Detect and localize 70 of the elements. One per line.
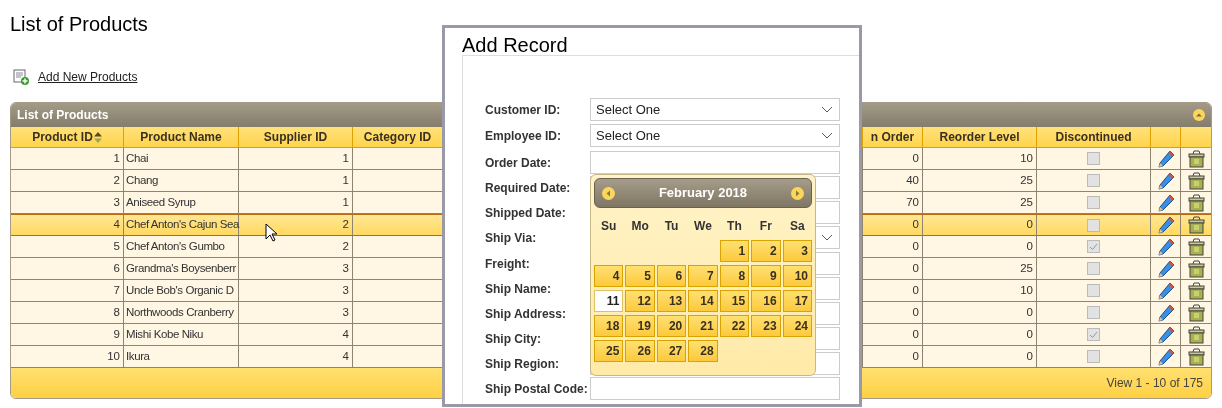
table-cell: Chai [124,148,239,169]
field-label: Employee ID: [485,128,563,145]
table-cell: 25 [923,192,1037,213]
weekday-label: Tu [663,218,680,235]
field-label: Ship Address: [485,306,567,323]
table-cell: 0 [923,324,1037,345]
table-cell: Chef Anton's Cajun Sea [124,215,239,235]
table-cell: Uncle Bob's Organic D [124,280,239,301]
table-cell: 3 [239,258,353,279]
table-cell: 4 [239,346,353,367]
table-cell: 0 [923,302,1037,323]
table-cell: 0 [863,302,923,323]
table-cell: Grandma's Boysenberr [124,258,239,279]
table-cell: 2 [11,170,124,191]
weekday-label: Fr [758,218,773,235]
table-cell: 6 [11,258,124,279]
field-label: Freight: [485,256,531,273]
table-cell: 0 [923,215,1037,235]
table-cell: 8 [11,302,124,323]
table-cell: Mishi Kobe Niku [124,324,239,345]
field-label: Order Date: [485,155,553,172]
table-cell: 9 [11,324,124,345]
field-label: Ship Name: [485,281,552,298]
table-cell: 0 [863,280,923,301]
table-cell: 0 [923,236,1037,257]
pager-info: View 1 - 10 of 175 [1106,375,1203,392]
field-label: Required Date: [485,180,572,197]
month-title: February 2018 [658,184,748,203]
table-cell: 1 [11,148,124,169]
table-cell: 25 [923,258,1037,279]
table-cell: 0 [923,346,1037,367]
weekday-label: We [693,218,713,235]
table-cell: 70 [863,192,923,213]
table-cell: 1 [239,192,353,213]
weekday-label: Sa [788,218,806,235]
weekday-label: Mo [630,218,650,235]
table-cell: Chef Anton's Gumbo [124,236,239,257]
grid-title: List of Products [17,107,109,124]
table-cell: 1 [239,170,353,191]
table-cell: 1 [239,148,353,169]
table-cell: 0 [863,236,923,257]
field-label: Ship City: [485,331,542,348]
table-cell: 7 [11,280,124,301]
table-cell: Aniseed Syrup [124,192,239,213]
table-cell: Ikura [124,346,239,367]
table-cell: Northwoods Cranberry [124,302,239,323]
table-cell: 4 [239,324,353,345]
table-cell: 40 [863,170,923,191]
table-cell: 0 [863,346,923,367]
table-cell: 10 [11,346,124,367]
page-title: List of Products [10,12,148,37]
table-cell: Chang [124,170,239,191]
table-cell: 4 [11,215,124,235]
table-cell: 0 [863,148,923,169]
table-cell: 0 [863,258,923,279]
table-cell: 3 [11,192,124,213]
weekday-label: Th [726,218,743,235]
table-cell: 5 [11,236,124,257]
field-label: Ship Postal Code: [485,381,589,398]
field-label: Ship Region: [485,356,560,373]
table-cell: 10 [923,280,1037,301]
table-cell: 10 [923,148,1037,169]
table-cell: 3 [239,280,353,301]
table-cell: 0 [863,215,923,235]
table-cell: 3 [239,302,353,323]
dialog-title: Add Record [462,33,568,57]
table-cell: 0 [863,324,923,345]
field-label: Customer ID: [485,102,562,119]
table-cell: 25 [923,170,1037,191]
weekday-label: Su [600,218,618,235]
